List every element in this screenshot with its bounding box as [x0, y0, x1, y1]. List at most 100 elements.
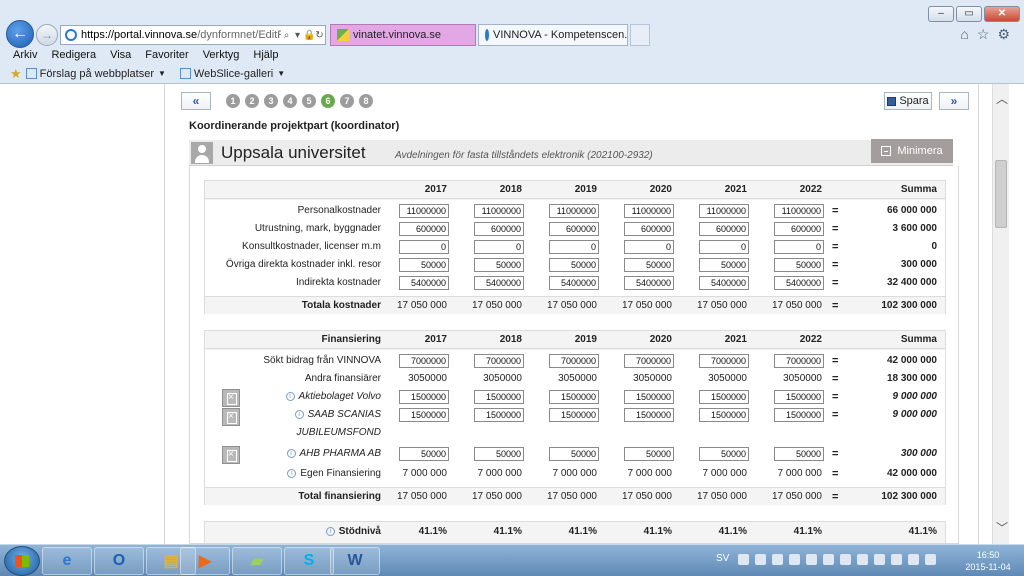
favorites-add-icon[interactable]: ★	[10, 66, 22, 82]
cost-input[interactable]	[699, 240, 749, 254]
search-icon[interactable]: ⌕	[281, 30, 292, 41]
fav-suggested-sites[interactable]: Förslag på webbplatser ▼	[25, 68, 166, 80]
menu-item-hjalp[interactable]: Hjälp	[246, 47, 285, 64]
financing-input[interactable]	[399, 354, 449, 368]
close-window-button[interactable]: ✕	[984, 6, 1020, 22]
word-taskbar-icon[interactable]: W	[330, 547, 380, 575]
financing-input[interactable]	[474, 447, 524, 461]
cost-input[interactable]	[774, 204, 824, 218]
financing-input[interactable]	[774, 390, 824, 404]
cost-input[interactable]	[474, 222, 524, 236]
cost-input[interactable]	[549, 222, 599, 236]
step-2[interactable]: 2	[245, 94, 259, 108]
app-tray-icon[interactable]	[857, 554, 868, 565]
cost-input[interactable]	[699, 204, 749, 218]
menu-item-favoriter[interactable]: Favoriter	[138, 47, 195, 64]
volume-tray-icon[interactable]	[925, 554, 936, 565]
scrollbar-thumb[interactable]	[995, 160, 1007, 228]
save-button[interactable]: Spara	[884, 92, 932, 110]
back-button[interactable]: ←	[6, 20, 34, 48]
cost-input[interactable]	[474, 204, 524, 218]
financing-input[interactable]	[549, 447, 599, 461]
minimize-window-button[interactable]: –	[928, 6, 954, 22]
tab-vinnova[interactable]: VINNOVA - Kompetenscen... ×	[478, 24, 628, 46]
info-icon[interactable]: i	[286, 448, 296, 458]
menu-item-arkiv[interactable]: Arkiv	[6, 47, 44, 64]
step-1[interactable]: 1	[226, 94, 240, 108]
financing-input[interactable]	[474, 354, 524, 368]
cost-input[interactable]	[399, 258, 449, 272]
info-icon[interactable]: i	[325, 526, 335, 536]
lock-icon[interactable]: 🔒	[303, 30, 315, 41]
info-icon[interactable]: i	[287, 468, 297, 478]
scroll-down-icon[interactable]: ﹀	[996, 519, 1008, 536]
cost-input[interactable]	[399, 222, 449, 236]
gear-icon[interactable]: ⚙	[997, 26, 1010, 43]
battery-tray-icon[interactable]	[891, 554, 902, 565]
cost-input[interactable]	[624, 258, 674, 272]
cost-input[interactable]	[474, 276, 524, 290]
forward-button[interactable]: →	[36, 24, 58, 46]
cost-input[interactable]	[399, 204, 449, 218]
bluetooth-tray-icon[interactable]	[806, 554, 817, 565]
app-tray-icon[interactable]	[789, 554, 800, 565]
info-icon[interactable]: i	[285, 391, 295, 401]
vertical-scrollbar[interactable]: ︿ ﹀	[992, 84, 1009, 544]
cost-input[interactable]	[699, 258, 749, 272]
start-button[interactable]	[4, 546, 40, 576]
tab-vinatet[interactable]: vinatet.vinnova.se	[330, 24, 476, 46]
financing-input[interactable]	[699, 408, 749, 422]
home-icon[interactable]: ⌂	[960, 26, 968, 43]
financing-input[interactable]	[474, 408, 524, 422]
delete-financier-button[interactable]	[222, 408, 240, 426]
financing-input[interactable]	[624, 390, 674, 404]
cost-input[interactable]	[699, 276, 749, 290]
app-tray-icon[interactable]	[823, 554, 834, 565]
financing-input[interactable]	[474, 390, 524, 404]
language-indicator[interactable]: SV	[716, 553, 729, 564]
cost-input[interactable]	[474, 258, 524, 272]
step-4[interactable]: 4	[283, 94, 297, 108]
delete-financier-button[interactable]	[222, 446, 240, 464]
cost-input[interactable]	[399, 240, 449, 254]
cost-input[interactable]	[774, 240, 824, 254]
refresh-icon[interactable]: ↻	[314, 30, 325, 41]
flag-tray-icon[interactable]	[874, 554, 885, 565]
step-7[interactable]: 7	[340, 94, 354, 108]
financing-input[interactable]	[699, 354, 749, 368]
outlook-taskbar-icon[interactable]: O	[94, 547, 144, 575]
new-tab-button[interactable]	[630, 24, 650, 46]
step-5[interactable]: 5	[302, 94, 316, 108]
delete-financier-button[interactable]	[222, 389, 240, 407]
app-tray-icon[interactable]	[772, 554, 783, 565]
financing-input[interactable]	[624, 408, 674, 422]
skype-tray-icon[interactable]	[738, 554, 749, 565]
next-step-button[interactable]: »	[939, 92, 969, 110]
media-player-taskbar-icon[interactable]: ▶	[180, 547, 230, 575]
cost-input[interactable]	[549, 204, 599, 218]
step-8[interactable]: 8	[359, 94, 373, 108]
notes-taskbar-icon[interactable]: ▰	[232, 547, 282, 575]
clock[interactable]: 16:50 2015-11-04	[958, 549, 1018, 573]
scroll-up-icon[interactable]: ︿	[996, 90, 1008, 107]
mail-tray-icon[interactable]	[755, 554, 766, 565]
info-icon[interactable]: i	[294, 409, 304, 419]
cost-input[interactable]	[624, 276, 674, 290]
financing-input[interactable]	[774, 447, 824, 461]
menu-item-visa[interactable]: Visa	[103, 47, 138, 64]
cost-input[interactable]	[474, 240, 524, 254]
cost-input[interactable]	[624, 222, 674, 236]
cost-input[interactable]	[624, 204, 674, 218]
financing-input[interactable]	[699, 447, 749, 461]
menu-item-verktyg[interactable]: Verktyg	[196, 47, 247, 64]
cost-input[interactable]	[549, 240, 599, 254]
cost-input[interactable]	[774, 222, 824, 236]
cost-input[interactable]	[624, 240, 674, 254]
menu-item-redigera[interactable]: Redigera	[44, 47, 103, 64]
step-6[interactable]: 6	[321, 94, 335, 108]
financing-input[interactable]	[549, 390, 599, 404]
address-bar[interactable]: https://portal.vinnova.se/dynformnet/Edi…	[60, 25, 326, 45]
cost-input[interactable]	[699, 222, 749, 236]
cost-input[interactable]	[774, 258, 824, 272]
maximize-window-button[interactable]: ▭	[956, 6, 982, 22]
